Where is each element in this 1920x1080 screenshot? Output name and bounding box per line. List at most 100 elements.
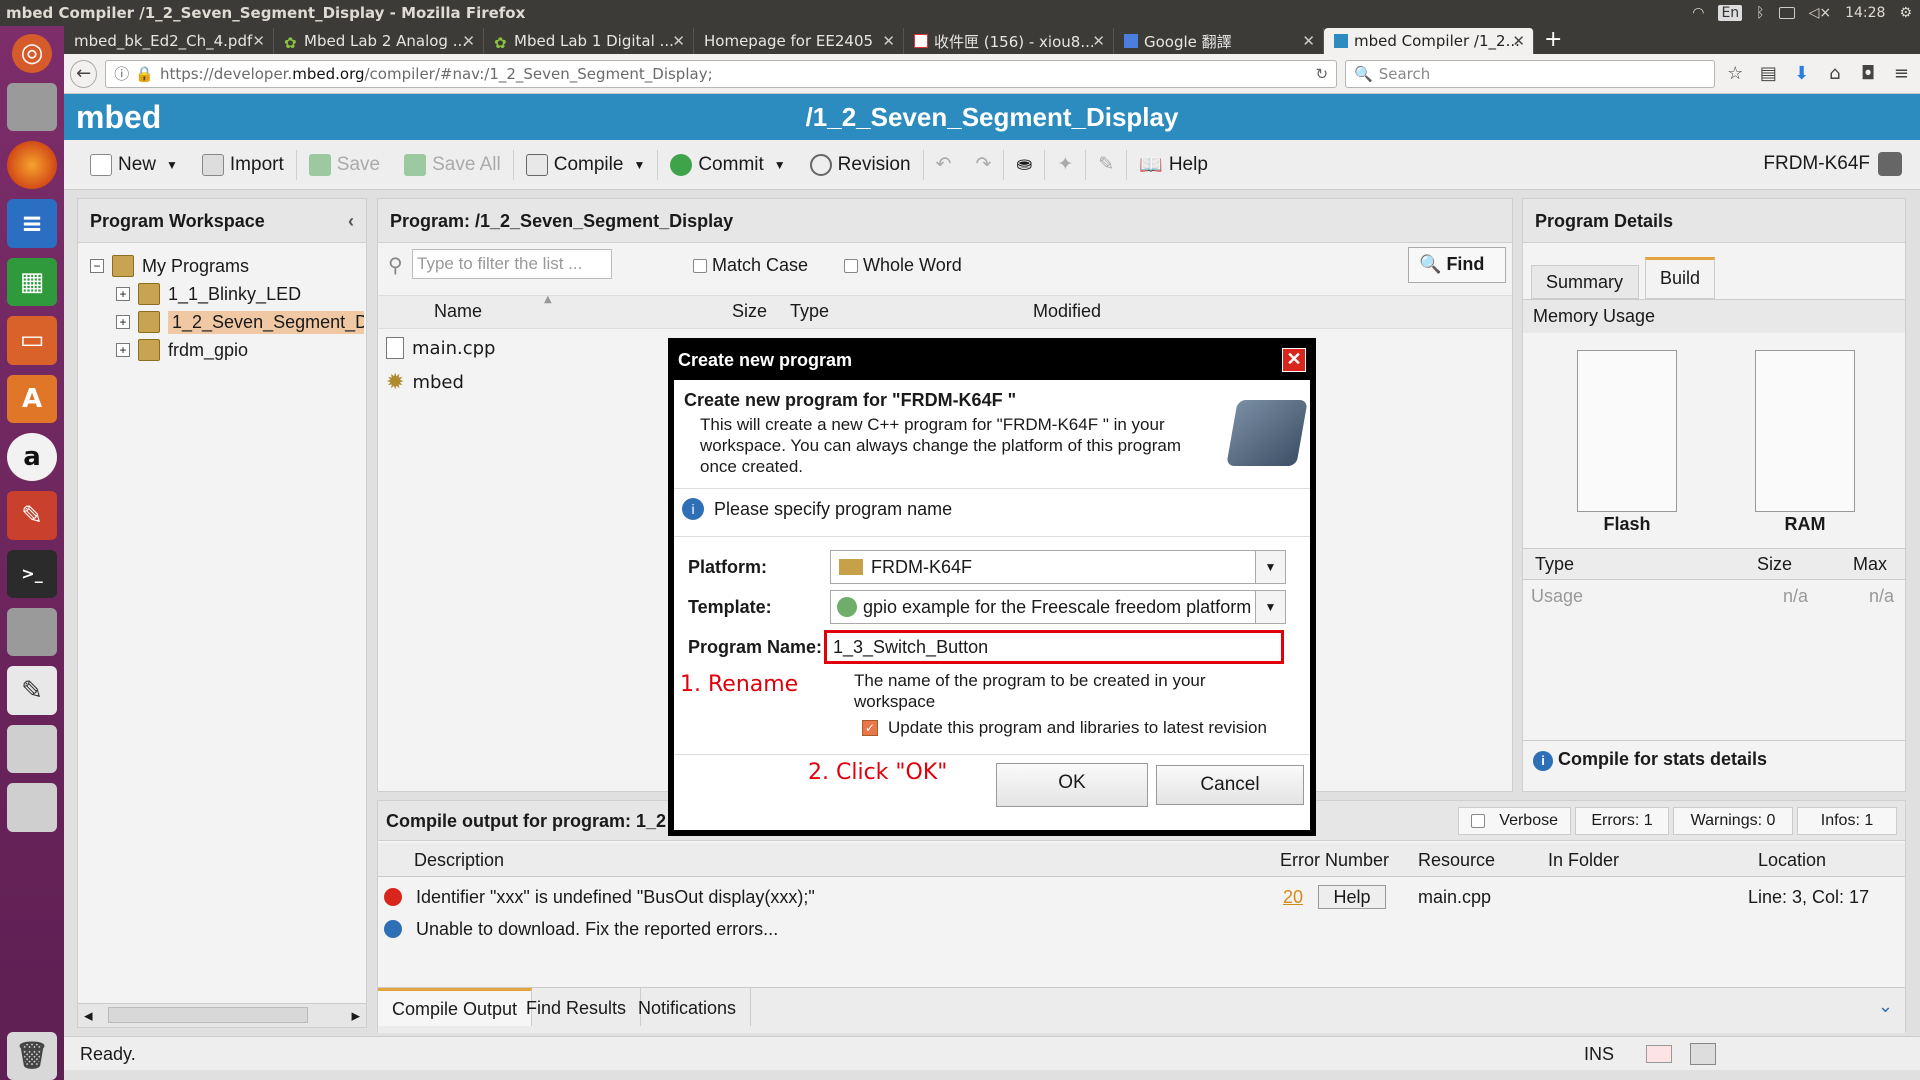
infos-count[interactable]: Infos: 1 <box>1797 807 1897 835</box>
writer-icon[interactable]: ≡ <box>7 199 57 248</box>
tree-item-selected[interactable]: +1_2_Seven_Segment_D <box>116 309 364 335</box>
error-number-link[interactable]: 20 <box>1283 887 1303 908</box>
wifi-icon[interactable]: ◠ <box>1692 5 1704 21</box>
tab-summary[interactable]: Summary <box>1531 265 1639 299</box>
save-all-button[interactable]: Save All <box>392 145 513 185</box>
collapse-toggle-icon[interactable]: − <box>90 259 104 273</box>
bluetooth-icon[interactable]: ᛒ <box>1756 5 1764 21</box>
undo-button[interactable]: ↶ <box>924 145 964 185</box>
trash-icon[interactable]: 🗑 <box>7 1031 57 1080</box>
find-button[interactable]: ⛂ <box>1004 145 1044 185</box>
tree-item[interactable]: + frdm_gpio <box>116 337 248 363</box>
close-tab-icon[interactable]: ✕ <box>1512 32 1525 50</box>
filter-input[interactable]: Type to filter the list ... <box>412 249 612 279</box>
mbed-logo[interactable]: mbed <box>64 99 364 136</box>
impress-icon[interactable]: ▭ <box>7 316 57 365</box>
file-row[interactable]: ✹ mbed <box>386 369 464 395</box>
tab-gmail[interactable]: 收件匣 (156) - xiou8... ✕ <box>904 28 1114 54</box>
revision-button[interactable]: Revision <box>798 145 923 185</box>
clock[interactable]: 14:28 <box>1845 5 1885 21</box>
back-button[interactable]: ← <box>70 59 98 88</box>
column-modified[interactable]: Modified <box>1033 295 1101 329</box>
close-tab-icon[interactable]: ✕ <box>1302 32 1315 50</box>
close-icon[interactable]: ✕ <box>1282 348 1306 372</box>
bookmark-star-icon[interactable]: ☆ <box>1723 63 1748 84</box>
close-tab-icon[interactable]: ✕ <box>1092 32 1105 50</box>
firefox-icon[interactable] <box>7 141 57 190</box>
tab-compile-output[interactable]: Compile Output <box>378 988 533 1026</box>
tab-lab1[interactable]: ✿ Mbed Lab 1 Digital ... ✕ <box>484 28 694 54</box>
whole-word-checkbox[interactable]: Whole Word <box>844 255 962 276</box>
cancel-button[interactable]: Cancel <box>1156 765 1304 805</box>
format-button[interactable]: ✦ <box>1045 145 1085 185</box>
file-row[interactable]: main.cpp <box>386 335 495 361</box>
amazon-icon[interactable]: a <box>7 432 57 482</box>
column-type[interactable]: Type <box>790 295 829 329</box>
text-editor-icon[interactable]: ✎ <box>7 666 57 715</box>
error-help-button[interactable]: Help <box>1318 885 1386 909</box>
column-name[interactable]: Name <box>434 295 482 329</box>
template-select[interactable]: gpio example for the Freescale freedom p… <box>830 590 1286 624</box>
reload-icon[interactable]: ↻ <box>1315 65 1328 83</box>
help-button[interactable]: 📖 Help <box>1127 145 1220 185</box>
import-button[interactable]: Import <box>190 145 296 185</box>
menu-icon[interactable]: ≡ <box>1889 63 1914 84</box>
update-checkbox[interactable]: ✓ Update this program and libraries to l… <box>862 718 1267 738</box>
close-tab-icon[interactable]: ✕ <box>252 32 265 50</box>
new-tab-button[interactable]: + <box>1534 27 1572 54</box>
checkbox-checked-icon[interactable]: ✓ <box>862 720 878 736</box>
chevron-down-icon[interactable]: ▼ <box>1255 551 1285 583</box>
drive-icon-2[interactable] <box>7 783 57 832</box>
pocket-icon[interactable]: ◘ <box>1856 63 1881 84</box>
warnings-count[interactable]: Warnings: 0 <box>1673 807 1793 835</box>
verbose-checkbox[interactable]: Verbose <box>1457 807 1571 835</box>
find-button[interactable]: 🔍 Find <box>1408 247 1506 283</box>
wand-button[interactable]: ✎ <box>1086 145 1126 185</box>
tab-notifications[interactable]: Notifications <box>624 988 752 1026</box>
tree-root[interactable]: − My Programs <box>90 253 249 279</box>
match-case-checkbox[interactable]: Match Case <box>693 255 808 276</box>
battery-icon[interactable] <box>1778 7 1795 19</box>
url-bar[interactable]: ⓘ 🔒 https://developer. mbed.org/compiler/… <box>105 59 1338 88</box>
scroll-left-icon[interactable]: ◂ <box>84 1006 93 1026</box>
platform-selector[interactable]: FRDM-K64F <box>1763 152 1902 176</box>
workspace-scrollbar[interactable]: ◂ ▸ <box>78 1003 366 1027</box>
chevron-down-icon[interactable]: ⌄ <box>1878 996 1893 1017</box>
files-icon[interactable] <box>7 82 57 132</box>
system-settings-icon[interactable]: ✎ <box>7 491 57 540</box>
tab-google-translate[interactable]: Google 翻譯 ✕ <box>1114 28 1324 54</box>
close-tab-icon[interactable]: ✕ <box>672 32 685 50</box>
errors-count[interactable]: Errors: 1 <box>1575 807 1669 835</box>
chevron-down-icon[interactable]: ▼ <box>1255 591 1285 623</box>
tab-pdf[interactable]: mbed_bk_Ed2_Ch_4.pdf ✕ <box>64 28 274 54</box>
close-tab-icon[interactable]: ✕ <box>462 32 475 50</box>
tree-item[interactable]: +1_1_Blinky_LED <box>116 281 301 307</box>
settings-gear-icon[interactable]: ⚙ <box>1899 5 1912 21</box>
keyboard-layout[interactable]: En <box>1718 5 1743 21</box>
scroll-right-icon[interactable]: ▸ <box>351 1006 360 1026</box>
volume-icon[interactable]: ◁× <box>1809 5 1832 21</box>
redo-button[interactable]: ↷ <box>963 145 1003 185</box>
drive-icon[interactable] <box>7 724 57 774</box>
save-button[interactable]: Save <box>297 145 392 185</box>
compile-button[interactable]: Compile ▼ <box>514 145 658 185</box>
calc-icon[interactable]: ▦ <box>7 257 57 307</box>
expand-toggle-icon[interactable]: + <box>116 343 130 357</box>
ok-button[interactable]: OK <box>996 763 1148 807</box>
search-bar[interactable]: 🔍 Search <box>1345 59 1715 88</box>
error-row[interactable]: Identifier "xxx" is undefined "BusOut di… <box>378 885 1905 913</box>
software-center-icon[interactable]: A <box>7 374 57 423</box>
tab-find-results[interactable]: Find Results <box>512 988 642 1026</box>
flag-icon[interactable] <box>1646 1045 1672 1063</box>
close-tab-icon[interactable]: ✕ <box>882 32 895 50</box>
program-name-input[interactable]: 1_3_Switch_Button <box>824 630 1284 664</box>
info-icon[interactable]: ⓘ <box>114 63 129 84</box>
terminal-icon[interactable]: >_ <box>7 549 57 599</box>
tab-build[interactable]: Build <box>1645 257 1715 299</box>
download-icon[interactable]: ⬇ <box>1789 63 1814 84</box>
network-icon[interactable] <box>1690 1043 1716 1065</box>
ubuntu-dash-icon[interactable]: ◎ <box>12 34 52 73</box>
info-row[interactable]: Unable to download. Fix the reported err… <box>378 917 1905 945</box>
tab-mbed-compiler[interactable]: mbed Compiler /1_2... ✕ <box>1324 28 1534 54</box>
tab-lab2[interactable]: ✿ Mbed Lab 2 Analog ... ✕ <box>274 28 484 54</box>
